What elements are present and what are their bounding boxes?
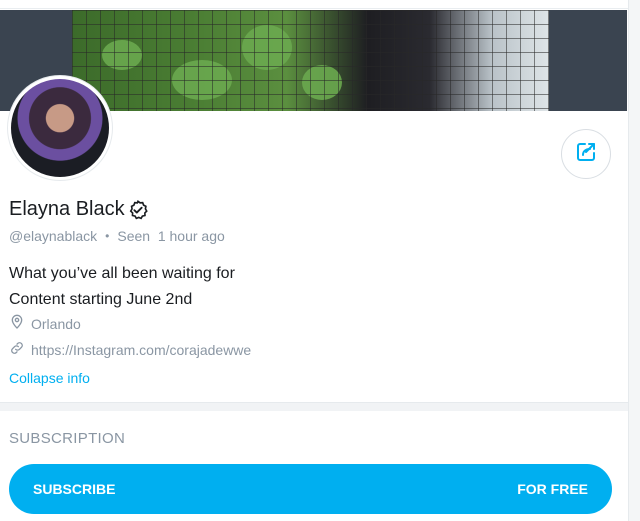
profile-link[interactable]: https://Instagram.com/corajadewwe [31, 342, 251, 358]
avatar-image [11, 79, 109, 177]
subscribe-label: SUBSCRIBE [33, 481, 116, 497]
avatar[interactable] [8, 76, 112, 180]
subscribe-price: FOR FREE [517, 481, 588, 497]
banner-fence-grid [72, 10, 549, 111]
separator-dot: • [105, 229, 110, 243]
location-text: Orlando [31, 315, 81, 332]
bio-line: Content starting June 2nd [9, 291, 193, 308]
last-seen: Seen 1 hour ago [117, 228, 225, 244]
subscription-heading: SUBSCRIPTION [9, 430, 126, 447]
location-pin-icon [9, 314, 25, 333]
banner-image [72, 10, 549, 111]
banner-right-fill [549, 10, 627, 111]
top-strip [0, 0, 640, 9]
link-row[interactable]: https://Instagram.com/corajadewwe [9, 340, 251, 359]
handle-row: @elaynablack • Seen 1 hour ago [9, 228, 225, 244]
profile-bio: What you’ve all been waiting for Content… [9, 261, 235, 313]
collapse-info-link[interactable]: Collapse info [9, 370, 90, 386]
verified-badge-icon [127, 199, 149, 221]
profile-handle: @elaynablack [9, 228, 98, 244]
share-button[interactable] [561, 129, 611, 179]
share-icon [574, 140, 598, 169]
location-row: Orlando [9, 314, 81, 333]
subscribe-button[interactable]: SUBSCRIBE FOR FREE [9, 464, 612, 514]
bio-line: What you’ve all been waiting for [9, 265, 235, 282]
scrollbar[interactable] [628, 0, 640, 521]
link-icon [9, 340, 25, 359]
profile-name: Elayna Black [9, 198, 125, 220]
section-divider [0, 402, 628, 411]
profile-name-row: Elayna Black [9, 198, 149, 221]
